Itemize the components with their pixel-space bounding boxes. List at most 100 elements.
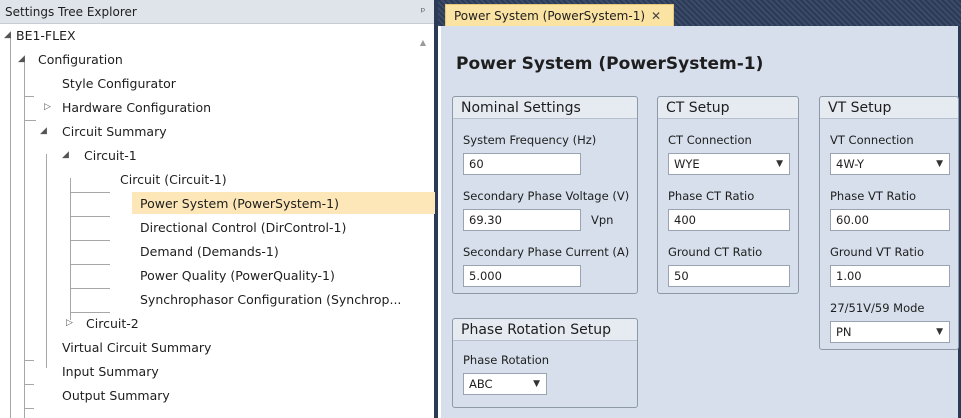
tree-node-power-quality[interactable]: Power Quality (PowerQuality-1) <box>140 264 335 286</box>
tree-node-label: Configuration <box>38 51 123 67</box>
tree-line <box>24 120 36 121</box>
chevron-down-icon[interactable]: ▼ <box>776 159 783 169</box>
tree-node-be1-flex[interactable]: ◢ BE1-FLEX <box>4 24 76 46</box>
tree-node-label: BE1-FLEX <box>16 27 76 43</box>
tree-node-power-system[interactable]: Power System (PowerSystem-1) <box>132 192 435 214</box>
phase-rotation-dropdown[interactable]: ABC ▼ <box>463 373 547 395</box>
tree-node-circuit-circuit-1[interactable]: Circuit (Circuit-1) <box>114 168 231 190</box>
expand-icon[interactable]: ▷ <box>44 102 56 112</box>
ct-connection-label: CT Connection <box>668 133 752 147</box>
tree-node-label: Synchrophasor Configuration (Synchrop... <box>140 291 402 307</box>
tree-node-style-configurator[interactable]: Style Configurator <box>62 72 176 94</box>
expand-icon[interactable]: ▷ <box>66 318 78 328</box>
tree-node-output-summary[interactable]: Output Summary <box>62 384 170 406</box>
page-title: Power System (PowerSystem-1) <box>456 54 764 74</box>
ground-vt-ratio-label: Ground VT Ratio <box>830 245 925 259</box>
tree-line <box>46 154 47 368</box>
chevron-down-icon[interactable]: ▼ <box>936 159 943 169</box>
tree-node-synchrophasor-configuration[interactable]: Synchrophasor Configuration (Synchrop... <box>140 288 401 310</box>
pin-icon[interactable]: ᵖ <box>412 5 434 18</box>
tab-power-system[interactable]: Power System (PowerSystem-1) ✕ <box>445 4 674 26</box>
document-tab-bar: Power System (PowerSystem-1) ✕ <box>438 0 961 26</box>
tree-node-label: Circuit-2 <box>86 315 139 331</box>
phase-ct-ratio-field[interactable]: 400 <box>668 209 790 231</box>
secondary-current-label: Secondary Phase Current (A) <box>463 245 630 259</box>
chevron-down-icon[interactable]: ▼ <box>533 379 540 389</box>
tree-node-label: Power Quality (PowerQuality-1) <box>140 267 335 283</box>
phase-vt-ratio-label: Phase VT Ratio <box>830 189 917 203</box>
mode-dropdown[interactable]: PN ▼ <box>830 321 950 343</box>
tree-line <box>70 192 110 193</box>
phase-ct-ratio-label: Phase CT Ratio <box>668 189 755 203</box>
close-icon[interactable]: ✕ <box>651 9 661 23</box>
tree-line <box>24 384 34 385</box>
tree-line <box>10 34 11 418</box>
selected-value: ABC <box>469 377 493 391</box>
tree-node-label: Circuit-1 <box>84 147 137 163</box>
tree-node-label: Power System (PowerSystem-1) <box>140 195 339 211</box>
explorer-title: Settings Tree Explorer <box>5 4 137 19</box>
secondary-voltage-field[interactable]: 69.30 <box>463 209 581 231</box>
collapse-icon[interactable]: ◢ <box>4 30 16 40</box>
tree-line <box>24 408 34 409</box>
tree-node-label: Circuit Summary <box>62 123 167 139</box>
tree-line <box>24 360 34 361</box>
secondary-current-field[interactable]: 5.000 <box>463 265 581 287</box>
power-system-panel: Power System (PowerSystem-1) Nominal Set… <box>438 26 959 418</box>
tree-node-circuit-2[interactable]: ▷ Circuit-2 <box>66 312 139 334</box>
vt-setup-group: VT Setup VT Connection 4W-Y ▼ Phase VT R… <box>819 96 959 350</box>
system-frequency-field[interactable]: 60 <box>463 153 581 175</box>
tree-line <box>70 264 110 265</box>
tree-node-input-summary[interactable]: Input Summary <box>62 360 159 382</box>
selected-value: PN <box>836 325 852 339</box>
selected-value: 4W-Y <box>836 157 865 171</box>
group-header: Phase Rotation Setup <box>453 319 637 341</box>
tree-line <box>70 288 110 289</box>
tree-line <box>24 96 34 97</box>
tree-node-label: Directional Control (DirControl-1) <box>140 219 347 235</box>
tree-node-label: Virtual Circuit Summary <box>62 339 212 355</box>
tree-node-circuit-summary[interactable]: ◢ Circuit Summary <box>40 120 167 142</box>
group-header: VT Setup <box>820 97 958 119</box>
ground-ct-ratio-label: Ground CT Ratio <box>668 245 763 259</box>
settings-tree: ◢ BE1-FLEX ◢ Configuration Style Configu… <box>0 24 435 418</box>
group-header: Nominal Settings <box>453 97 637 119</box>
ground-ct-ratio-field[interactable]: 50 <box>668 265 790 287</box>
secondary-voltage-label: Secondary Phase Voltage (V) <box>463 189 630 203</box>
mode-label: 27/51V/59 Mode <box>830 301 925 315</box>
tree-line <box>70 240 110 241</box>
chevron-down-icon[interactable]: ▼ <box>936 327 943 337</box>
selected-value: WYE <box>674 157 700 171</box>
ct-setup-group: CT Setup CT Connection WYE ▼ Phase CT Ra… <box>657 96 799 294</box>
collapse-icon[interactable]: ◢ <box>40 126 52 136</box>
settings-tree-explorer: Settings Tree Explorer ᵖ ◢ BE1-FLEX ◢ Co… <box>0 0 436 418</box>
vt-connection-dropdown[interactable]: 4W-Y ▼ <box>830 153 950 175</box>
tree-node-label: Demand (Demands-1) <box>140 243 279 259</box>
tree-node-hardware-configuration[interactable]: ▷ Hardware Configuration <box>44 96 211 118</box>
vt-connection-label: VT Connection <box>830 133 914 147</box>
tree-node-label: Input Summary <box>62 363 159 379</box>
scroll-up-icon[interactable]: ▲ <box>420 38 426 47</box>
collapse-icon[interactable]: ◢ <box>62 150 74 160</box>
system-frequency-label: System Frequency (Hz) <box>463 133 597 147</box>
voltage-unit: Vpn <box>591 213 614 227</box>
tree-node-circuit-1[interactable]: ◢ Circuit-1 <box>62 144 137 166</box>
tab-label: Power System (PowerSystem-1) <box>454 8 646 23</box>
tree-node-label: Hardware Configuration <box>62 99 212 115</box>
tree-node-label: Style Configurator <box>62 75 176 91</box>
tree-node-label: Output Summary <box>62 387 170 403</box>
tree-node-demand[interactable]: Demand (Demands-1) <box>140 240 279 262</box>
nominal-settings-group: Nominal Settings System Frequency (Hz) 6… <box>452 96 638 294</box>
group-header: CT Setup <box>658 97 798 119</box>
ct-connection-dropdown[interactable]: WYE ▼ <box>668 153 790 175</box>
tree-line <box>24 58 25 418</box>
ground-vt-ratio-field[interactable]: 1.00 <box>830 265 950 287</box>
collapse-icon[interactable]: ◢ <box>18 54 30 64</box>
tree-node-configuration[interactable]: ◢ Configuration <box>18 48 123 70</box>
tree-line <box>70 216 110 217</box>
phase-vt-ratio-field[interactable]: 60.00 <box>830 209 950 231</box>
explorer-header: Settings Tree Explorer ᵖ <box>0 0 434 24</box>
tree-node-virtual-circuit-summary[interactable]: Virtual Circuit Summary <box>62 336 211 358</box>
phase-rotation-group: Phase Rotation Setup Phase Rotation ABC … <box>452 318 638 408</box>
tree-node-directional-control[interactable]: Directional Control (DirControl-1) <box>140 216 346 238</box>
